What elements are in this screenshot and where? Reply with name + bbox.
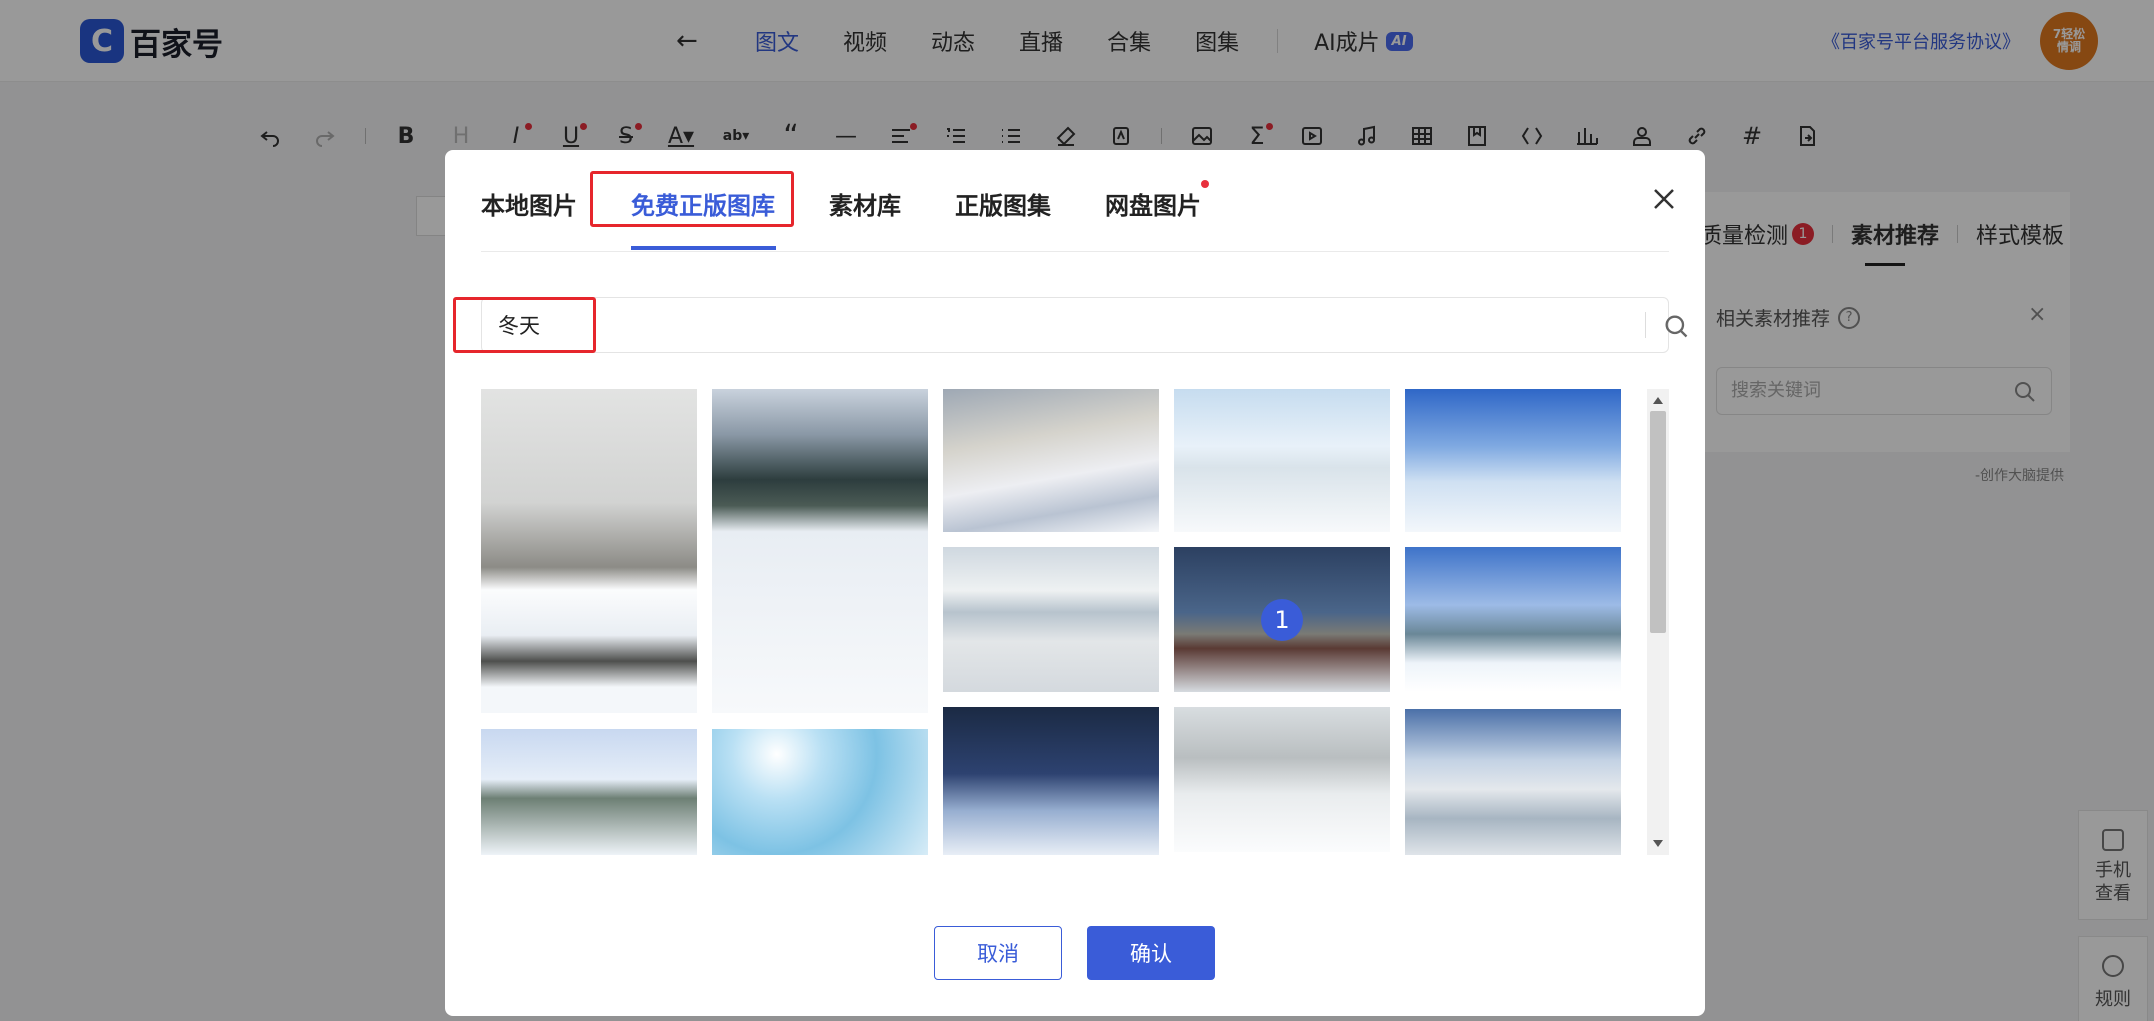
stock-search-input[interactable] <box>482 298 1632 352</box>
tab-material-library[interactable]: 素材库 <box>829 186 901 221</box>
stock-image[interactable] <box>943 547 1159 692</box>
image-grid: 1 <box>481 389 1641 855</box>
highlight-box <box>590 171 794 227</box>
stock-image[interactable] <box>481 389 697 713</box>
stock-image[interactable] <box>943 707 1159 855</box>
stock-search-box <box>481 297 1688 353</box>
tab-cloud-drive-label: 网盘图片 <box>1105 191 1201 220</box>
stock-image[interactable] <box>1405 709 1621 855</box>
stock-image[interactable] <box>712 729 928 855</box>
tab-cloud-drive-image[interactable]: 网盘图片 <box>1105 179 1209 221</box>
image-picker-dialog: 本地图片 免费正版图库 素材库 正版图集 网盘图片 1 <box>445 150 1705 1016</box>
search-icon[interactable] <box>1662 312 1690 340</box>
cancel-button[interactable]: 取消 <box>934 926 1062 980</box>
stock-image[interactable] <box>1405 547 1621 692</box>
stock-image[interactable] <box>481 729 697 855</box>
active-tab-indicator <box>631 246 776 250</box>
confirm-button[interactable]: 确认 <box>1087 926 1215 980</box>
scrollbar-thumb[interactable] <box>1650 411 1666 633</box>
highlight-box <box>453 297 596 353</box>
stock-image[interactable] <box>1405 389 1621 532</box>
scroll-up-icon[interactable] <box>1653 397 1663 404</box>
close-icon[interactable] <box>1649 184 1679 214</box>
new-dot <box>1201 179 1209 188</box>
stock-image[interactable] <box>1174 389 1390 532</box>
stock-image[interactable] <box>943 389 1159 532</box>
tab-divider <box>481 251 1669 252</box>
image-grid-scrollbar[interactable] <box>1647 389 1669 855</box>
tab-licensed-gallery[interactable]: 正版图集 <box>955 186 1051 221</box>
tab-local-image[interactable]: 本地图片 <box>481 186 577 221</box>
stock-image-selected[interactable]: 1 <box>1174 547 1390 692</box>
selection-order-badge: 1 <box>1261 598 1303 641</box>
stock-image[interactable] <box>1174 707 1390 852</box>
search-divider <box>1645 312 1646 338</box>
scroll-down-icon[interactable] <box>1653 840 1663 847</box>
stock-image[interactable] <box>712 389 928 713</box>
